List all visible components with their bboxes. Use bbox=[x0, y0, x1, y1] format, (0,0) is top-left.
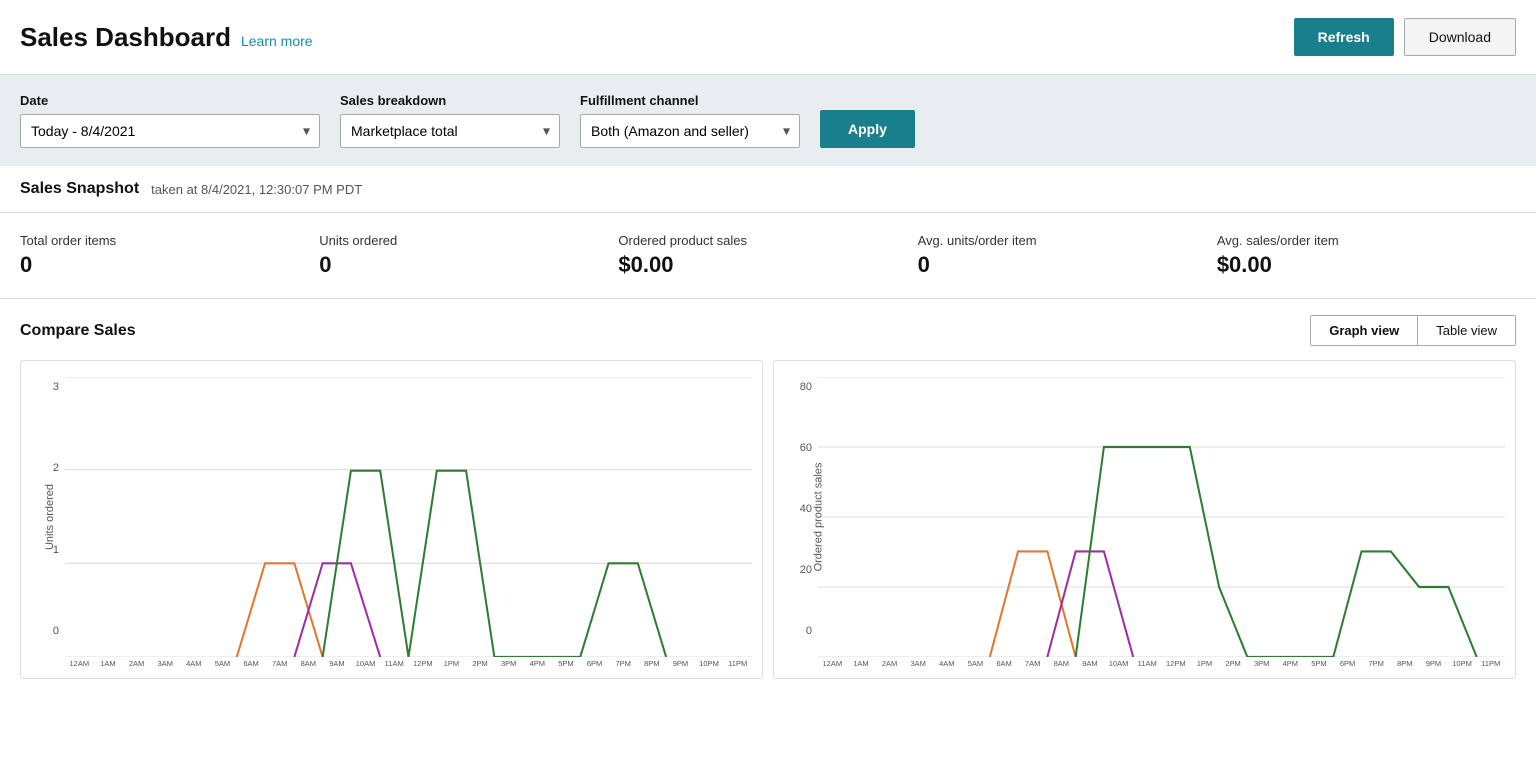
view-toggle: Graph view Table view bbox=[1310, 315, 1516, 346]
stat-item-3: Avg. units/order item 0 bbox=[918, 233, 1217, 278]
fulfillment-label: Fulfillment channel bbox=[580, 93, 800, 108]
stat-item-1: Units ordered 0 bbox=[319, 233, 618, 278]
date-select-wrapper: Today - 8/4/2021 bbox=[20, 114, 320, 148]
sales-chart-svg bbox=[818, 377, 1505, 657]
chart1-x-labels: 12AM 1AM 2AM 3AM 4AM 5AM 6AM 7AM 8AM 9AM… bbox=[31, 659, 752, 668]
stat-label-4: Avg. sales/order item bbox=[1217, 233, 1496, 248]
fulfillment-select-wrapper: Both (Amazon and seller) bbox=[580, 114, 800, 148]
y-tick-80: 80 bbox=[800, 381, 812, 393]
units-chart: 3 2 1 0 Units ordered bbox=[20, 360, 763, 679]
compare-title: Compare Sales bbox=[20, 322, 136, 340]
sales-y-label: Ordered product sales bbox=[812, 463, 824, 572]
date-filter-group: Date Today - 8/4/2021 bbox=[20, 93, 320, 148]
learn-more-link[interactable]: Learn more bbox=[241, 33, 313, 49]
y-tick-0: 0 bbox=[53, 625, 59, 637]
fulfillment-select[interactable]: Both (Amazon and seller) bbox=[580, 114, 800, 148]
compare-header: Compare Sales Graph view Table view bbox=[20, 315, 1516, 346]
charts-row: 3 2 1 0 Units ordered bbox=[20, 360, 1516, 679]
y-tick-20: 20 bbox=[800, 564, 812, 576]
stat-item-4: Avg. sales/order item $0.00 bbox=[1217, 233, 1516, 278]
apply-button[interactable]: Apply bbox=[820, 110, 915, 148]
snapshot-header: Sales Snapshot taken at 8/4/2021, 12:30:… bbox=[0, 166, 1536, 213]
y-tick-60: 60 bbox=[800, 442, 812, 454]
breakdown-select[interactable]: Marketplace total bbox=[340, 114, 560, 148]
date-select[interactable]: Today - 8/4/2021 bbox=[20, 114, 320, 148]
table-view-button[interactable]: Table view bbox=[1418, 316, 1515, 345]
y-tick-3: 3 bbox=[53, 381, 59, 393]
stat-item-2: Ordered product sales $0.00 bbox=[618, 233, 917, 278]
refresh-button[interactable]: Refresh bbox=[1294, 18, 1394, 56]
page-title: Sales Dashboard bbox=[20, 22, 231, 53]
snapshot-stats: Total order items 0 Units ordered 0 Orde… bbox=[0, 213, 1536, 299]
breakdown-filter-group: Sales breakdown Marketplace total bbox=[340, 93, 560, 148]
stat-label-1: Units ordered bbox=[319, 233, 598, 248]
stat-value-3: 0 bbox=[918, 252, 1197, 278]
date-label: Date bbox=[20, 93, 320, 108]
stat-value-0: 0 bbox=[20, 252, 299, 278]
stat-label-0: Total order items bbox=[20, 233, 299, 248]
chart2-x-labels: 12AM 1AM 2AM 3AM 4AM 5AM 6AM 7AM 8AM 9AM… bbox=[784, 659, 1505, 668]
stat-value-2: $0.00 bbox=[618, 252, 897, 278]
compare-section: Compare Sales Graph view Table view 3 2 … bbox=[0, 299, 1536, 695]
sales-chart: 80 60 40 20 0 Ordered product sales bbox=[773, 360, 1516, 679]
stat-label-2: Ordered product sales bbox=[618, 233, 897, 248]
fulfillment-filter-group: Fulfillment channel Both (Amazon and sel… bbox=[580, 93, 800, 148]
download-button[interactable]: Download bbox=[1404, 18, 1516, 56]
snapshot-timestamp: taken at 8/4/2021, 12:30:07 PM PDT bbox=[151, 182, 362, 197]
graph-view-button[interactable]: Graph view bbox=[1311, 316, 1418, 345]
stat-label-3: Avg. units/order item bbox=[918, 233, 1197, 248]
title-section: Sales Dashboard Learn more bbox=[20, 22, 313, 53]
header-buttons: Refresh Download bbox=[1294, 18, 1516, 56]
stat-item-0: Total order items 0 bbox=[20, 233, 319, 278]
y-tick-40: 40 bbox=[800, 503, 812, 515]
y-tick-00: 0 bbox=[806, 625, 812, 637]
units-chart-svg bbox=[65, 377, 752, 657]
filter-bar: Date Today - 8/4/2021 Sales breakdown Ma… bbox=[0, 75, 1536, 166]
snapshot-title: Sales Snapshot bbox=[20, 180, 139, 198]
stat-value-4: $0.00 bbox=[1217, 252, 1496, 278]
stat-value-1: 0 bbox=[319, 252, 598, 278]
y-tick-2: 2 bbox=[53, 462, 59, 474]
breakdown-label: Sales breakdown bbox=[340, 93, 560, 108]
page-header: Sales Dashboard Learn more Refresh Downl… bbox=[0, 0, 1536, 75]
units-y-label: Units ordered bbox=[44, 484, 56, 550]
breakdown-select-wrapper: Marketplace total bbox=[340, 114, 560, 148]
